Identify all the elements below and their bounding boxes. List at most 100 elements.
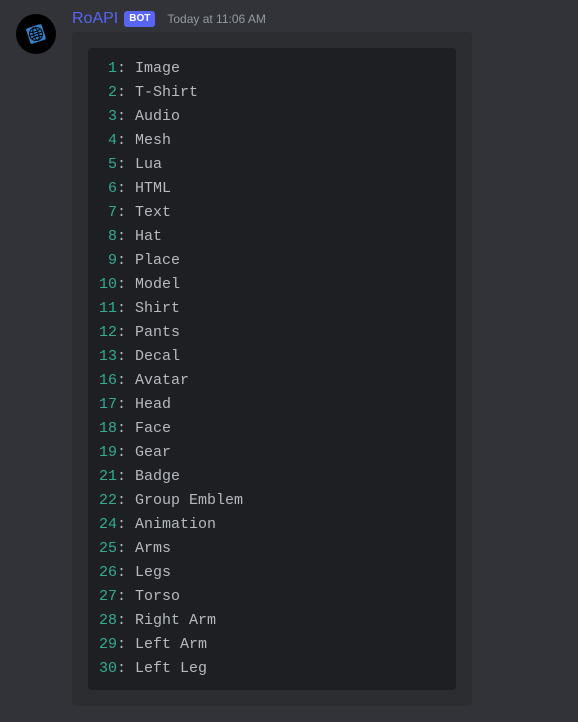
colon: : bbox=[117, 252, 135, 269]
colon: : bbox=[117, 156, 135, 173]
line-number: 10 bbox=[99, 276, 117, 293]
line-value: Hat bbox=[135, 228, 162, 245]
colon: : bbox=[117, 60, 135, 77]
code-line: 30: Left Leg bbox=[99, 657, 445, 681]
colon: : bbox=[117, 300, 135, 317]
line-value: Torso bbox=[135, 588, 180, 605]
line-value: HTML bbox=[135, 180, 171, 197]
globe-box-icon bbox=[23, 21, 49, 47]
line-value: Text bbox=[135, 204, 171, 221]
code-line: 5: Lua bbox=[99, 153, 445, 177]
code-line: 28: Right Arm bbox=[99, 609, 445, 633]
colon: : bbox=[117, 516, 135, 533]
code-line: 4: Mesh bbox=[99, 129, 445, 153]
line-number: 2 bbox=[99, 84, 117, 101]
line-value: Left Arm bbox=[135, 636, 207, 653]
line-number: 1 bbox=[99, 60, 117, 77]
code-line: 27: Torso bbox=[99, 585, 445, 609]
code-line: 26: Legs bbox=[99, 561, 445, 585]
code-line: 11: Shirt bbox=[99, 297, 445, 321]
line-value: Decal bbox=[135, 348, 180, 365]
colon: : bbox=[117, 204, 135, 221]
code-line: 8: Hat bbox=[99, 225, 445, 249]
line-value: Face bbox=[135, 420, 171, 437]
code-line: 1: Image bbox=[99, 57, 445, 81]
code-line: 21: Badge bbox=[99, 465, 445, 489]
line-value: Shirt bbox=[135, 300, 180, 317]
code-line: 12: Pants bbox=[99, 321, 445, 345]
bot-tag: BOT bbox=[124, 11, 155, 27]
colon: : bbox=[117, 420, 135, 437]
colon: : bbox=[117, 588, 135, 605]
line-number: 17 bbox=[99, 396, 117, 413]
colon: : bbox=[117, 348, 135, 365]
colon: : bbox=[117, 372, 135, 389]
line-number: 22 bbox=[99, 492, 117, 509]
line-number: 25 bbox=[99, 540, 117, 557]
username[interactable]: RoAPI bbox=[72, 10, 118, 28]
code-line: 13: Decal bbox=[99, 345, 445, 369]
line-value: Pants bbox=[135, 324, 180, 341]
code-line: 2: T-Shirt bbox=[99, 81, 445, 105]
code-line: 22: Group Emblem bbox=[99, 489, 445, 513]
line-number: 5 bbox=[99, 156, 117, 173]
line-number: 19 bbox=[99, 444, 117, 461]
line-number: 16 bbox=[99, 372, 117, 389]
embed: 1: Image 2: T-Shirt 3: Audio 4: Mesh 5: … bbox=[72, 32, 472, 706]
code-line: 10: Model bbox=[99, 273, 445, 297]
colon: : bbox=[117, 324, 135, 341]
timestamp: Today at 11:06 AM bbox=[167, 12, 266, 26]
line-value: Legs bbox=[135, 564, 171, 581]
line-value: Right Arm bbox=[135, 612, 216, 629]
colon: : bbox=[117, 540, 135, 557]
line-value: T-Shirt bbox=[135, 84, 198, 101]
line-number: 7 bbox=[99, 204, 117, 221]
colon: : bbox=[117, 564, 135, 581]
colon: : bbox=[117, 492, 135, 509]
line-number: 9 bbox=[99, 252, 117, 269]
line-value: Image bbox=[135, 60, 180, 77]
code-line: 7: Text bbox=[99, 201, 445, 225]
line-number: 8 bbox=[99, 228, 117, 245]
colon: : bbox=[117, 636, 135, 653]
line-value: Gear bbox=[135, 444, 171, 461]
line-number: 12 bbox=[99, 324, 117, 341]
colon: : bbox=[117, 180, 135, 197]
message-container: RoAPI BOT Today at 11:06 AM 1: Image 2: … bbox=[0, 0, 578, 716]
colon: : bbox=[117, 228, 135, 245]
code-line: 29: Left Arm bbox=[99, 633, 445, 657]
code-line: 9: Place bbox=[99, 249, 445, 273]
colon: : bbox=[117, 84, 135, 101]
code-line: 17: Head bbox=[99, 393, 445, 417]
code-line: 16: Avatar bbox=[99, 369, 445, 393]
message-content: RoAPI BOT Today at 11:06 AM 1: Image 2: … bbox=[72, 10, 562, 706]
colon: : bbox=[117, 132, 135, 149]
colon: : bbox=[117, 468, 135, 485]
code-line: 25: Arms bbox=[99, 537, 445, 561]
line-number: 13 bbox=[99, 348, 117, 365]
line-value: Model bbox=[135, 276, 180, 293]
line-value: Head bbox=[135, 396, 171, 413]
line-value: Place bbox=[135, 252, 180, 269]
line-number: 29 bbox=[99, 636, 117, 653]
line-number: 6 bbox=[99, 180, 117, 197]
line-number: 4 bbox=[99, 132, 117, 149]
code-line: 6: HTML bbox=[99, 177, 445, 201]
line-number: 11 bbox=[99, 300, 117, 317]
line-value: Animation bbox=[135, 516, 216, 533]
line-value: Left Leg bbox=[135, 660, 207, 677]
line-value: Arms bbox=[135, 540, 171, 557]
line-number: 26 bbox=[99, 564, 117, 581]
message-header: RoAPI BOT Today at 11:06 AM bbox=[72, 10, 562, 28]
line-number: 18 bbox=[99, 420, 117, 437]
line-number: 24 bbox=[99, 516, 117, 533]
code-line: 24: Animation bbox=[99, 513, 445, 537]
line-number: 27 bbox=[99, 588, 117, 605]
colon: : bbox=[117, 396, 135, 413]
avatar[interactable] bbox=[16, 14, 56, 54]
line-value: Group Emblem bbox=[135, 492, 243, 509]
line-number: 3 bbox=[99, 108, 117, 125]
colon: : bbox=[117, 660, 135, 677]
code-line: 19: Gear bbox=[99, 441, 445, 465]
code-line: 18: Face bbox=[99, 417, 445, 441]
